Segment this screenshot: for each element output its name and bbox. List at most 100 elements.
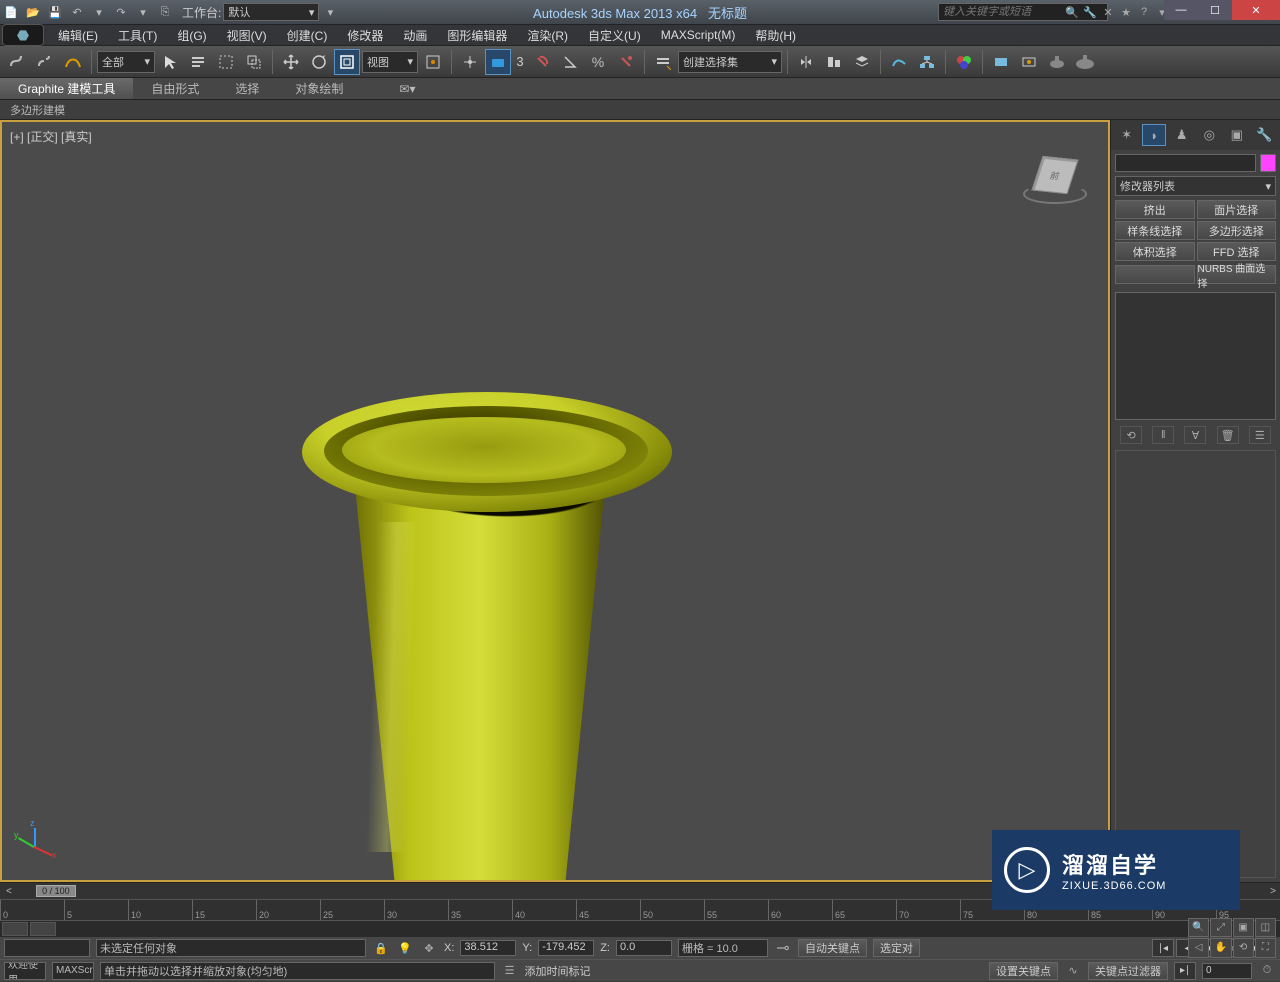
fov-icon[interactable]: ◁	[1188, 938, 1209, 957]
rect-select-icon[interactable]	[213, 49, 239, 75]
select-by-name-icon[interactable]	[185, 49, 211, 75]
angle-snap-icon[interactable]	[557, 49, 583, 75]
orbit-icon[interactable]: ⟲	[1233, 938, 1254, 957]
menu-maxscript[interactable]: MAXScript(M)	[651, 26, 746, 44]
object-color-swatch[interactable]	[1260, 154, 1276, 172]
manipulate-icon[interactable]	[457, 49, 483, 75]
ruler-tick[interactable]: 5	[64, 900, 128, 920]
move-icon[interactable]	[278, 49, 304, 75]
trackbar-open-icon[interactable]	[2, 922, 28, 936]
display-tab-icon[interactable]: ▣	[1225, 124, 1249, 146]
link-icon[interactable]: ⎘	[154, 1, 176, 23]
bind-space-warp-icon[interactable]	[60, 49, 86, 75]
ruler-tick[interactable]: 40	[512, 900, 576, 920]
btn-vol-select[interactable]: 体积选择	[1115, 242, 1195, 261]
lock-selection-icon[interactable]: 🔒	[372, 939, 390, 957]
time-slider[interactable]: 0 / 100	[36, 885, 76, 897]
viewport[interactable]: [+] [正交] [真实] 前 z x y	[0, 120, 1110, 882]
modifier-stack[interactable]	[1115, 292, 1276, 420]
goto-start-icon[interactable]: ∣◂	[1152, 939, 1174, 957]
menu-graph[interactable]: 图形编辑器	[437, 25, 517, 46]
btn-extrude[interactable]: 挤出	[1115, 200, 1195, 219]
ruler-tick[interactable]: 15	[192, 900, 256, 920]
menu-modifiers[interactable]: 修改器	[337, 25, 393, 46]
ruler-tick[interactable]: 60	[768, 900, 832, 920]
edit-selection-set-icon[interactable]	[650, 49, 676, 75]
ribbon-collapse-icon[interactable]: ✉▾	[381, 78, 433, 99]
undo-dd-icon[interactable]: ▾	[88, 1, 110, 23]
menu-help[interactable]: 帮助(H)	[745, 25, 806, 46]
workspace-more-icon[interactable]: ▾	[319, 1, 341, 23]
mirror-icon[interactable]	[793, 49, 819, 75]
configure-sets-icon[interactable]: ☰	[1249, 426, 1271, 444]
hierarchy-tab-icon[interactable]: ♟	[1170, 124, 1194, 146]
new-icon[interactable]: 📄	[0, 1, 22, 23]
key-icon[interactable]: 🔧	[1082, 4, 1098, 20]
search-icon[interactable]: 🔍	[1064, 4, 1080, 20]
remove-mod-icon[interactable]: 🗑	[1217, 426, 1239, 444]
maximize-button[interactable]: ☐	[1198, 0, 1232, 20]
make-unique-icon[interactable]: ∀	[1184, 426, 1206, 444]
keyboard-shortcut-icon[interactable]	[485, 49, 511, 75]
menu-edit[interactable]: 编辑(E)	[48, 25, 108, 46]
menu-animation[interactable]: 动画	[393, 25, 437, 46]
render-prod-icon[interactable]	[1072, 49, 1098, 75]
ruler-tick[interactable]: 70	[896, 900, 960, 920]
x-input[interactable]: 38.512	[460, 940, 516, 956]
motion-tab-icon[interactable]: ◎	[1197, 124, 1221, 146]
ruler-tick[interactable]: 30	[384, 900, 448, 920]
cup-model[interactable]	[302, 392, 682, 882]
help-icon[interactable]: ?	[1136, 4, 1152, 20]
timeline-next-icon[interactable]: >	[1270, 886, 1276, 897]
zoom-extents-all-icon[interactable]: ◫	[1255, 918, 1276, 937]
create-tab-icon[interactable]: ✶	[1115, 124, 1139, 146]
object-name-input[interactable]	[1115, 154, 1256, 172]
script-listener-1[interactable]	[4, 939, 90, 957]
maxscript-mini[interactable]: MAXScr	[52, 962, 94, 980]
open-icon[interactable]: 📂	[22, 1, 44, 23]
pivot-center-icon[interactable]	[420, 49, 446, 75]
modify-tab-icon[interactable]: ◗	[1142, 124, 1166, 146]
curve-editor-icon[interactable]	[886, 49, 912, 75]
menu-rendering[interactable]: 渲染(R)	[517, 25, 578, 46]
ruler-tick[interactable]: 10	[128, 900, 192, 920]
ruler-tick[interactable]: 25	[320, 900, 384, 920]
z-input[interactable]: 0.0	[616, 940, 672, 956]
ribbon-panel-label[interactable]: 多边形建模	[10, 102, 65, 118]
link-icon[interactable]	[4, 49, 30, 75]
exchange-icon[interactable]: ✕	[1100, 4, 1116, 20]
ref-coord-dropdown[interactable]: 视图▾	[362, 51, 418, 73]
set-key-button[interactable]: 设置关键点	[989, 962, 1058, 980]
layer-manager-icon[interactable]	[849, 49, 875, 75]
pin-stack-icon[interactable]: ⟲	[1120, 426, 1142, 444]
ruler-tick[interactable]: 20	[256, 900, 320, 920]
redo-icon[interactable]: ↷	[110, 1, 132, 23]
ruler-tick[interactable]: 45	[576, 900, 640, 920]
y-input[interactable]: -179.452	[538, 940, 594, 956]
scale-icon[interactable]	[334, 49, 360, 75]
show-end-result-icon[interactable]: ‖	[1152, 426, 1174, 444]
auto-key-button[interactable]: 自动关键点	[798, 939, 867, 957]
align-icon[interactable]	[821, 49, 847, 75]
menu-views[interactable]: 视图(V)	[217, 25, 277, 46]
btn-patch-select[interactable]: 面片选择	[1197, 200, 1277, 219]
key-filters-button[interactable]: 关键点过滤器	[1088, 962, 1168, 980]
named-selection-dropdown[interactable]: 创建选择集▾	[678, 51, 782, 73]
viewcube-ring[interactable]	[1023, 184, 1087, 204]
ruler-tick[interactable]: 55	[704, 900, 768, 920]
application-button[interactable]: ⬣	[2, 24, 44, 46]
btn-poly-select[interactable]: 多边形选择	[1197, 221, 1277, 240]
render-icon[interactable]	[1044, 49, 1070, 75]
render-frame-icon[interactable]	[1016, 49, 1042, 75]
trackbar-filter-icon[interactable]	[30, 922, 56, 936]
rotate-icon[interactable]	[306, 49, 332, 75]
parameters-rollout[interactable]	[1115, 450, 1276, 878]
snap-toggle-icon[interactable]	[529, 49, 555, 75]
minimize-button[interactable]: —	[1164, 0, 1198, 20]
undo-icon[interactable]: ↶	[66, 1, 88, 23]
redo-dd-icon[interactable]: ▾	[132, 1, 154, 23]
key-filters-icon[interactable]: ∿	[1064, 962, 1082, 980]
material-editor-icon[interactable]	[951, 49, 977, 75]
zoom-extents-icon[interactable]: ▣	[1233, 918, 1254, 937]
ribbon-tab-selection[interactable]: 选择	[217, 78, 277, 99]
